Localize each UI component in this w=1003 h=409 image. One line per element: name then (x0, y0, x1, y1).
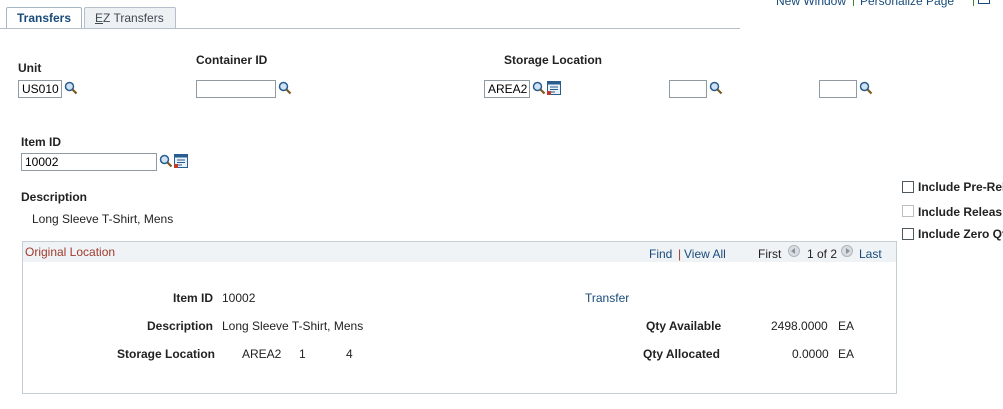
include-zero-qty-checkbox[interactable] (902, 228, 914, 240)
find-link[interactable]: Find (649, 247, 672, 261)
description-label: Description (21, 190, 88, 204)
grid-separator: | (678, 247, 682, 261)
detail-lookup-icon[interactable] (547, 81, 561, 95)
search-icon[interactable] (532, 81, 546, 95)
storage-level3-field[interactable] (819, 80, 857, 98)
qty-allocated-value: 0.0000 (792, 347, 829, 361)
qty-allocated-label: Qty Allocated (643, 347, 720, 361)
original-location-grid: Original Location Find | View All First … (22, 241, 897, 394)
container-id-label: Container ID (196, 53, 268, 67)
unit-label: Unit (18, 61, 42, 75)
storage-area-field[interactable]: AREA2 (484, 80, 530, 98)
storage-location-label: Storage Location (504, 53, 603, 67)
include-pre-released-label: Include Pre-Rel (918, 180, 1003, 194)
include-pre-released-checkbox[interactable] (902, 181, 914, 193)
search-icon[interactable] (278, 81, 292, 95)
include-released-checkbox (902, 205, 914, 217)
transfer-link[interactable]: Transfer (585, 291, 629, 305)
link-separator (853, 0, 854, 6)
view-all-link[interactable]: View All (684, 247, 726, 261)
search-icon[interactable] (709, 81, 723, 95)
row-storage-area: AREA2 (242, 347, 282, 361)
tab-transfers-label: Transfers (17, 11, 72, 25)
row-storage-level3: 4 (346, 347, 353, 361)
search-icon[interactable] (64, 81, 78, 95)
row-description-value: Long Sleeve T-Shirt, Mens (222, 319, 364, 333)
search-icon[interactable] (859, 81, 873, 95)
storage-level2-field[interactable] (669, 80, 707, 98)
unit-field[interactable]: US010 (18, 80, 62, 98)
help-icon[interactable] (978, 0, 990, 4)
row-item-id-label: Item ID (173, 291, 214, 305)
include-released-label: Include Releas (918, 205, 1003, 219)
grid-title: Original Location (25, 245, 116, 259)
row-storage-level2: 1 (299, 347, 306, 361)
tab-accesskey: E (95, 11, 104, 25)
grid-range: 1 of 2 (807, 247, 838, 261)
first-label: First (758, 247, 782, 261)
grid-header: Original Location Find | View All First … (23, 242, 896, 262)
include-zero-qty-label: Include Zero Qt (918, 227, 1003, 241)
row-storage-location-label: Storage Location (117, 347, 216, 361)
previous-row-icon[interactable] (788, 245, 800, 257)
search-icon[interactable] (159, 154, 173, 168)
tab-ez-transfers-label: Z Transfers (103, 11, 164, 25)
next-row-icon[interactable] (841, 245, 853, 257)
detail-lookup-icon[interactable] (174, 154, 188, 168)
description-value: Long Sleeve T-Shirt, Mens (32, 212, 174, 226)
container-id-field[interactable] (196, 80, 276, 98)
item-id-label: Item ID (21, 135, 62, 149)
qty-allocated-uom: EA (838, 347, 855, 361)
qty-available-uom: EA (838, 319, 855, 333)
qty-available-label: Qty Available (646, 319, 722, 333)
link-separator (973, 0, 974, 6)
tab-transfers[interactable]: Transfers (6, 7, 82, 29)
tab-baseline (0, 28, 740, 29)
tab-ez-transfers[interactable]: EZ Transfers (84, 7, 176, 29)
row-description-label: Description (147, 319, 214, 333)
last-link[interactable]: Last (859, 247, 882, 261)
new-window-link[interactable]: New Window (776, 0, 846, 8)
row-item-id-value: 10002 (222, 291, 256, 305)
qty-available-value: 2498.0000 (771, 319, 828, 333)
item-id-field[interactable]: 10002 (21, 153, 157, 171)
personalize-page-link[interactable]: Personalize Page (860, 0, 954, 8)
